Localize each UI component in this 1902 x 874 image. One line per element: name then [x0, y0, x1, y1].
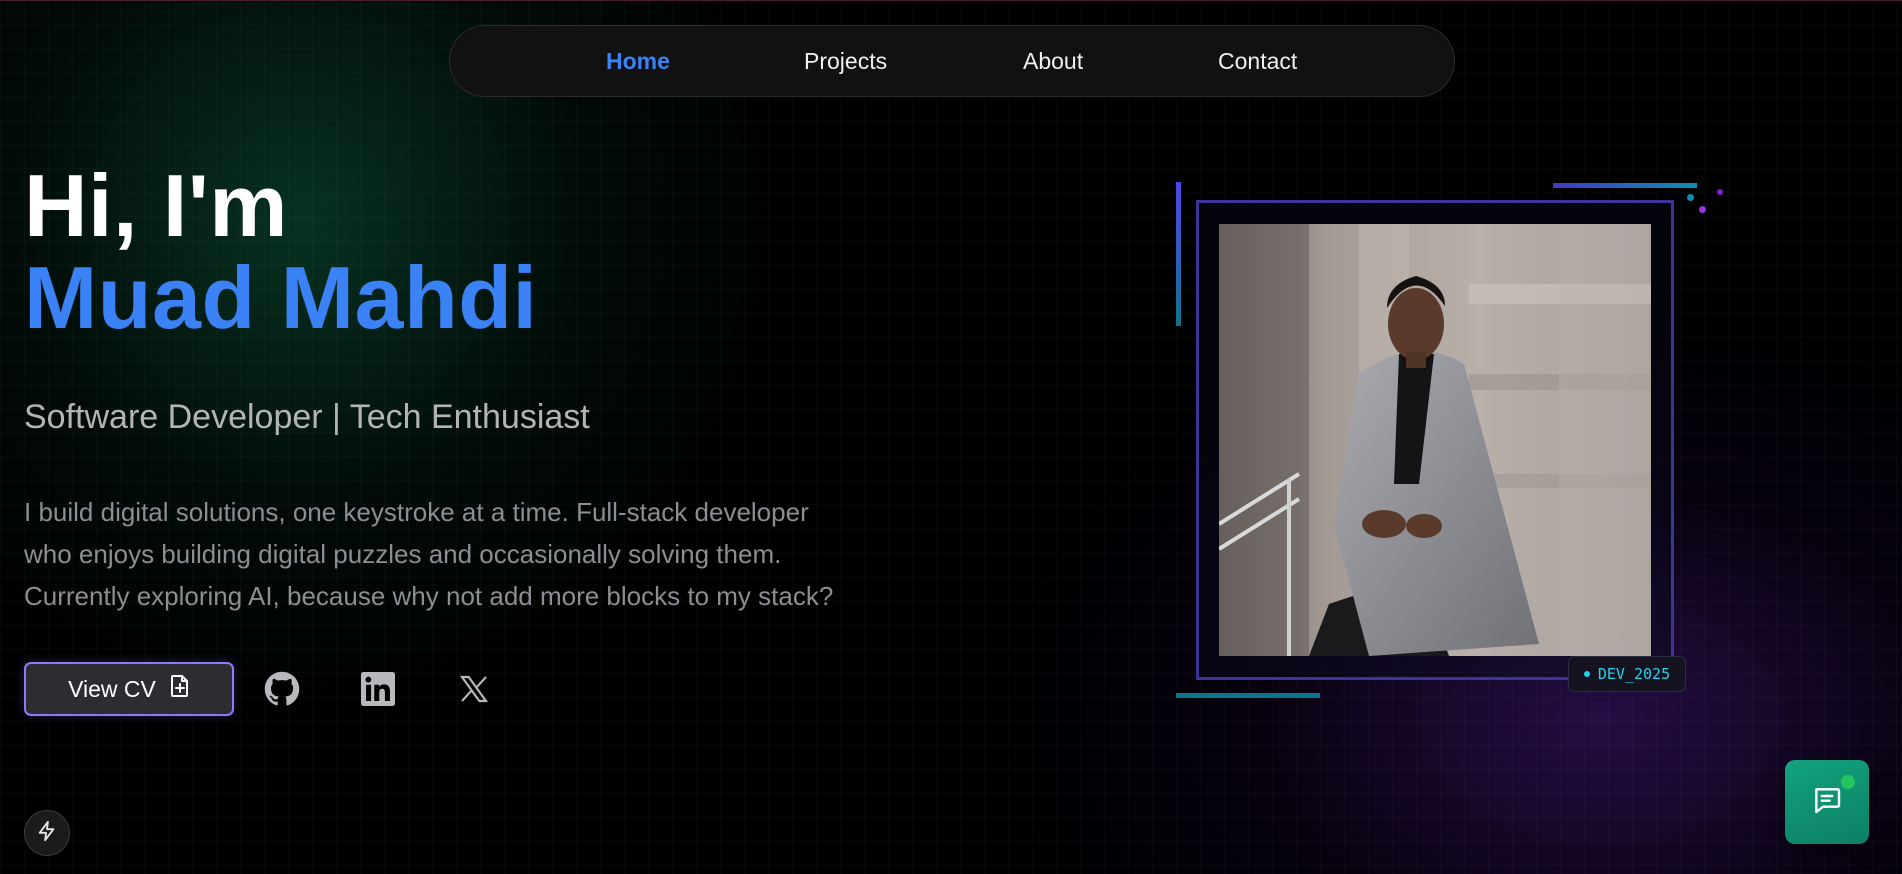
- x-icon[interactable]: [450, 665, 498, 713]
- nav-home[interactable]: Home: [606, 50, 670, 73]
- hero-bio-line: I build digital solutions, one keystroke…: [24, 497, 809, 527]
- deco-dot: [1699, 206, 1706, 213]
- hero-greeting: Hi, I'm: [24, 156, 289, 255]
- bolt-icon: [36, 820, 58, 847]
- hero-bio: I build digital solutions, one keystroke…: [24, 491, 924, 617]
- hero-bio-line: Currently exploring AI, because why not …: [24, 581, 834, 611]
- nav-contact[interactable]: Contact: [1218, 50, 1297, 73]
- nav-about[interactable]: About: [1023, 50, 1083, 73]
- badge-dot: [1583, 671, 1590, 677]
- bolt-button[interactable]: [24, 810, 70, 856]
- deco-vertical-bar: [1176, 182, 1181, 326]
- hero-section: Hi, I'm Muad Mahdi Software Developer | …: [24, 160, 944, 617]
- chat-notification-dot: [1841, 775, 1855, 789]
- hero-bio-line: who enjoys building digital puzzles and …: [24, 539, 782, 569]
- dev-badge: DEV_2025: [1568, 656, 1686, 692]
- main-nav: Home Projects About Contact: [449, 25, 1455, 97]
- chat-button[interactable]: [1785, 760, 1869, 844]
- top-accent-line: [0, 0, 1902, 1]
- deco-bottom-bar: [1176, 693, 1320, 698]
- deco-dot: [1687, 194, 1694, 201]
- file-plus-icon: [170, 675, 190, 703]
- hero-actions: View CV: [24, 662, 522, 716]
- chat-icon: [1811, 784, 1843, 821]
- view-cv-button[interactable]: View CV: [24, 662, 234, 716]
- badge-label: DEV_2025: [1597, 665, 1671, 683]
- hero-name: Muad Mahdi: [24, 248, 538, 347]
- deco-top-bar: [1553, 183, 1697, 188]
- view-cv-label: View CV: [68, 675, 156, 702]
- github-icon[interactable]: [258, 665, 306, 713]
- hero-role: Software Developer | Tech Enthusiast: [24, 398, 590, 436]
- profile-photo: [1219, 224, 1651, 656]
- linkedin-icon[interactable]: [354, 665, 402, 713]
- deco-dot: [1717, 189, 1723, 195]
- nav-projects[interactable]: Projects: [804, 50, 887, 73]
